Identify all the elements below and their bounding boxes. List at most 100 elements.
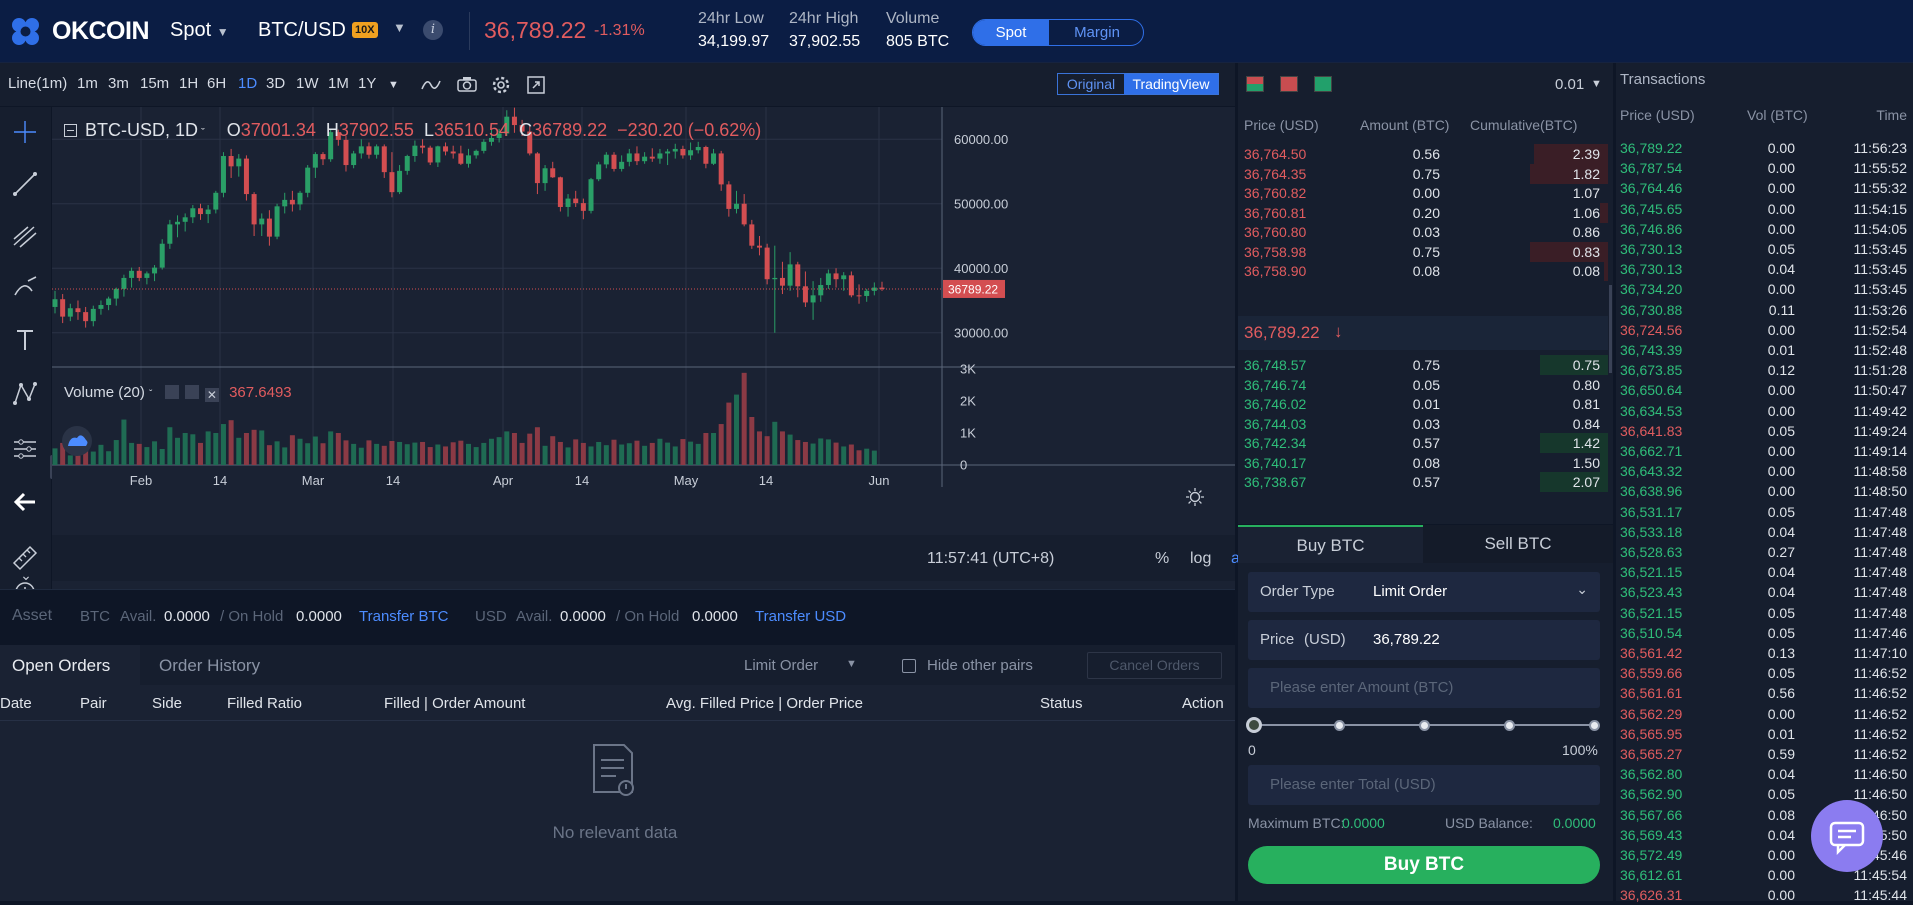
caret-down-icon[interactable]: ▼	[1591, 78, 1602, 90]
volume-bar	[167, 427, 173, 465]
camera-icon[interactable]	[456, 75, 478, 93]
eye-icon[interactable]	[164, 385, 179, 399]
ob-view-asks-icon[interactable]	[1280, 76, 1298, 97]
collapse-icon[interactable]	[64, 124, 77, 137]
chart-canvas[interactable]: 36789.22 60000.00 50000.00 40000.00 30000.00…	[52, 107, 1262, 589]
tf-1d[interactable]: 1D	[238, 75, 257, 92]
slider-tick[interactable]	[1588, 719, 1600, 731]
volume-bar	[726, 402, 732, 465]
tf-6h[interactable]: 6H	[207, 75, 226, 92]
transfer-usd-link[interactable]: Transfer USD	[755, 608, 846, 625]
chat-support-button[interactable]	[1811, 800, 1883, 872]
crosshair-icon[interactable]	[10, 117, 40, 147]
okcoin-logo-icon[interactable]	[10, 15, 50, 49]
hide-pairs-checkbox[interactable]	[902, 659, 916, 673]
total-input[interactable]: Please enter Total (USD)	[1248, 765, 1600, 805]
measure-icon[interactable]	[10, 433, 40, 463]
amount-input[interactable]: Please enter Amount (BTC)	[1248, 668, 1600, 708]
slider-tick[interactable]	[1418, 719, 1430, 731]
market-type-dropdown[interactable]: Spot ▼	[170, 19, 229, 42]
tf-1m[interactable]: 1m	[77, 75, 98, 92]
ob-view-both-icon[interactable]	[1246, 76, 1264, 97]
symbol-label[interactable]: BTC-USD, 1D	[85, 120, 198, 140]
fib-icon[interactable]	[10, 221, 40, 251]
transaction-row: 36,650.64 0.00 11:50:47	[1616, 380, 1913, 400]
settings-gear-icon[interactable]	[490, 74, 512, 96]
pattern-icon[interactable]	[10, 379, 40, 409]
tradingview-button[interactable]: TradingView	[1124, 74, 1218, 94]
volume-bar	[259, 430, 265, 465]
caret-down-icon[interactable]: ▼	[846, 658, 857, 670]
log-scale-button[interactable]: log	[1190, 550, 1211, 568]
precision-select[interactable]: 0.01	[1555, 76, 1584, 93]
tab-open-orders[interactable]: Open Orders	[0, 645, 140, 685]
order-type-filter[interactable]: Limit Order	[744, 657, 818, 674]
sun-icon[interactable]	[1185, 487, 1205, 507]
ob-amount: 0.00	[1412, 185, 1440, 201]
ob-row[interactable]: 36,758.90 0.08 0.08	[1238, 259, 1608, 283]
back-icon[interactable]	[10, 487, 40, 517]
volume-bar	[397, 441, 403, 465]
high-value: 37902.55	[338, 120, 414, 140]
buy-btc-button[interactable]: Buy BTC	[1248, 846, 1600, 884]
volume-label[interactable]: Volume (20)	[64, 384, 145, 401]
settings-icon[interactable]	[184, 385, 199, 399]
original-view-button[interactable]: Original	[1058, 74, 1124, 94]
candle-body	[756, 245, 762, 248]
chart-clock[interactable]: 11:57:41 (UTC+8)	[927, 550, 1054, 568]
ob-scrollbar[interactable]	[1609, 285, 1612, 373]
candle-body	[619, 161, 625, 169]
x-tick-label: May	[674, 473, 699, 488]
transfer-btc-link[interactable]: Transfer BTC	[359, 608, 448, 625]
candle-body	[90, 308, 96, 322]
margin-toggle-button[interactable]: Margin	[1049, 20, 1143, 45]
caret-down-icon[interactable]: ▼	[393, 20, 406, 35]
order-type-select[interactable]: Order Type Limit Order ⌄	[1248, 572, 1600, 612]
chevron-down-icon[interactable]: ⌄	[14, 567, 38, 583]
candle-body	[343, 139, 349, 166]
caret-down-icon[interactable]: ▼	[388, 79, 399, 91]
candle-body	[397, 170, 403, 193]
tr-time: 11:48:50	[1853, 483, 1907, 500]
candle-body	[205, 209, 211, 215]
indicator-icon[interactable]	[420, 77, 442, 93]
tf-3m[interactable]: 3m	[108, 75, 129, 92]
tab-order-history[interactable]: Order History	[159, 656, 260, 676]
fullscreen-icon[interactable]	[526, 75, 546, 95]
tf-3d[interactable]: 3D	[266, 75, 285, 92]
tf-line1m[interactable]: Line(1m)	[8, 75, 67, 92]
slider-tick[interactable]	[1503, 719, 1515, 731]
tf-1y[interactable]: 1Y	[358, 75, 376, 92]
tr-price: 36,730.88	[1620, 301, 1683, 318]
tr-price: 36,567.66	[1620, 806, 1683, 823]
candle-body	[688, 150, 694, 156]
tr-time: 11:46:50	[1853, 766, 1907, 783]
tf-15m[interactable]: 15m	[140, 75, 169, 92]
volume-bar	[121, 419, 127, 465]
usd-onhold-value: 0.0000	[692, 608, 738, 625]
transaction-row: 36,510.54 0.05 11:47:46	[1616, 623, 1913, 643]
pair-dropdown[interactable]: BTC/USD	[258, 19, 346, 42]
tf-1w[interactable]: 1W	[296, 75, 319, 92]
volume-bar	[251, 429, 257, 465]
brush-icon[interactable]	[10, 273, 40, 303]
percent-scale-button[interactable]: %	[1155, 550, 1169, 568]
slider-tick[interactable]	[1333, 719, 1345, 731]
candle-body	[129, 270, 135, 278]
tr-time: 11:47:46	[1853, 624, 1907, 641]
price-input[interactable]: Price (USD) 36,789.22	[1248, 620, 1600, 660]
ob-row[interactable]: 36,738.67 0.57 2.07	[1238, 470, 1608, 494]
tab-sell[interactable]: Sell BTC	[1423, 525, 1613, 563]
info-icon[interactable]: i	[423, 20, 443, 40]
ob-view-bids-icon[interactable]	[1314, 76, 1332, 97]
text-icon[interactable]	[10, 325, 40, 355]
tab-buy[interactable]: Buy BTC	[1238, 525, 1423, 563]
trendline-icon[interactable]	[10, 169, 40, 199]
spot-toggle-button[interactable]: Spot	[973, 20, 1049, 45]
close-icon[interactable]: ✕	[204, 388, 219, 402]
tf-1mo[interactable]: 1M	[328, 75, 349, 92]
cancel-orders-button[interactable]: Cancel Orders	[1087, 652, 1222, 679]
slider-handle[interactable]	[1246, 717, 1262, 733]
tf-1h[interactable]: 1H	[179, 75, 198, 92]
btc-avail-label: Avail.	[120, 608, 157, 625]
